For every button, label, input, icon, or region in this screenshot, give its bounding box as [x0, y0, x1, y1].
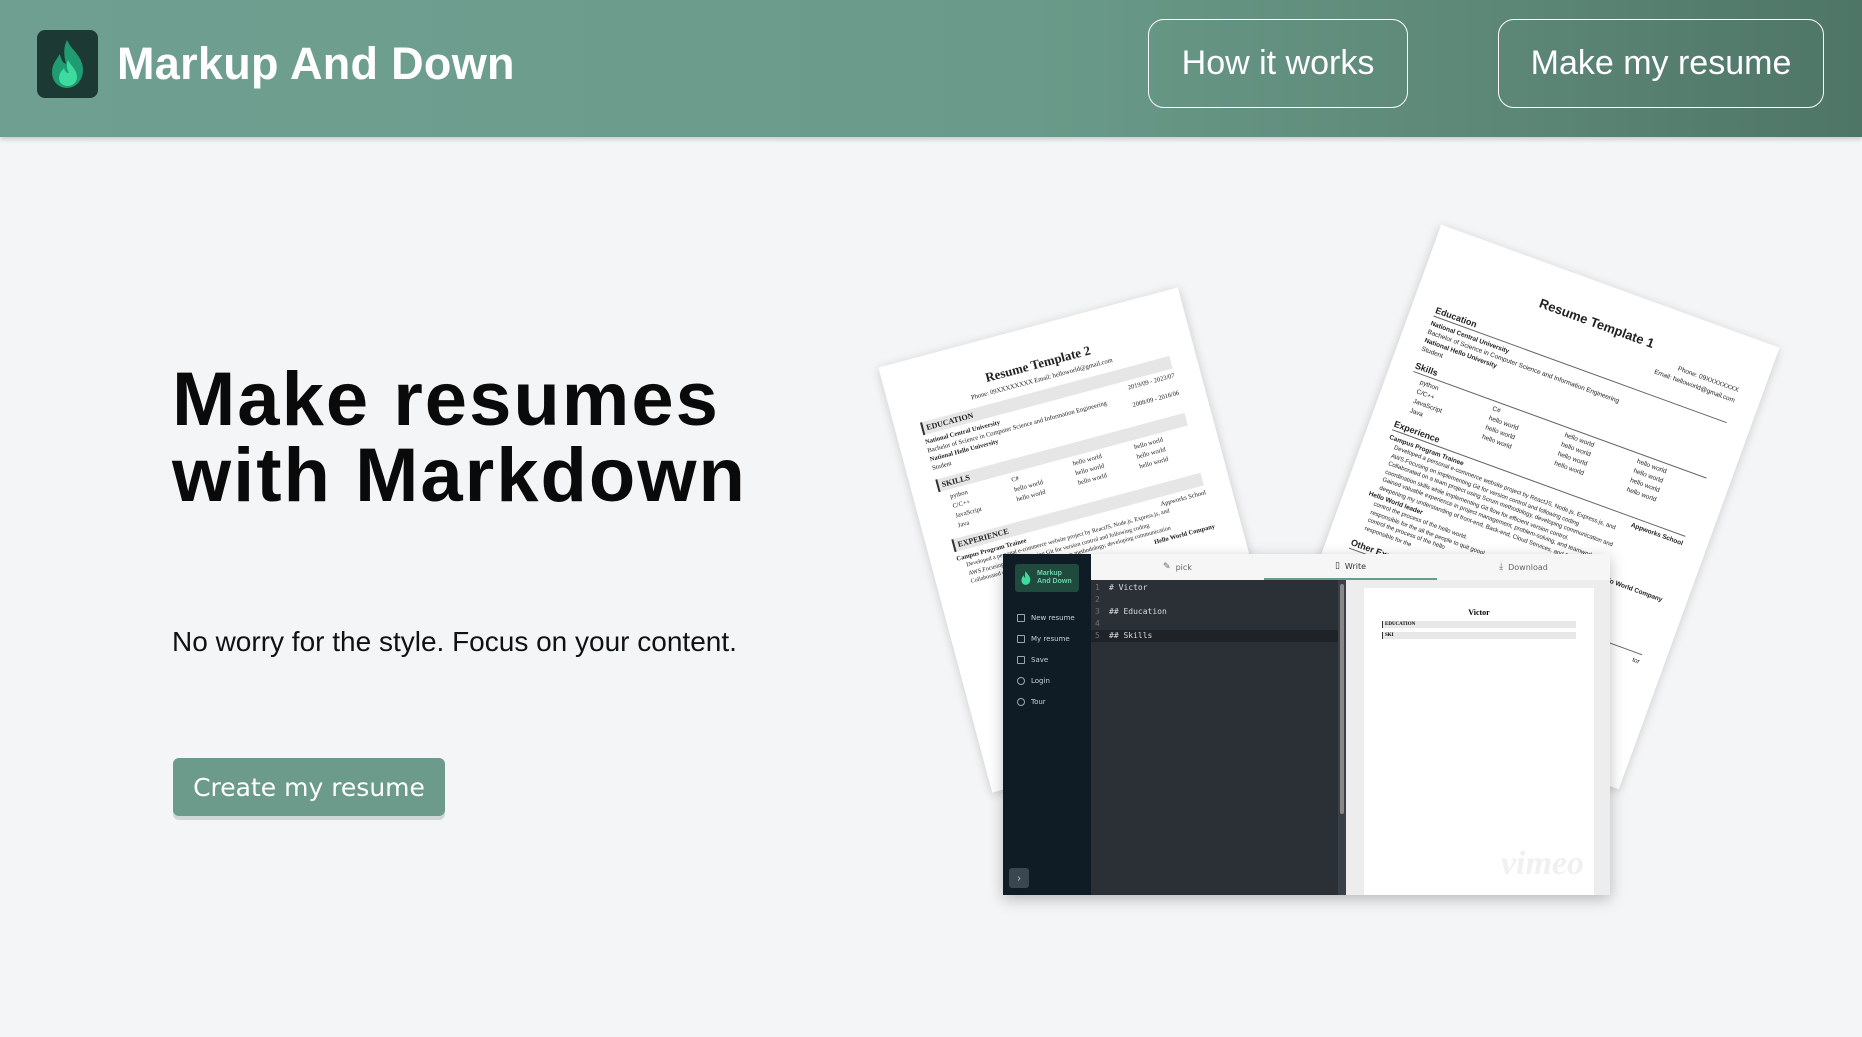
edit-icon	[1017, 614, 1025, 622]
editor-line: 1 # Victor	[1091, 582, 1346, 594]
line-text: ## Skills	[1109, 631, 1153, 640]
preview-section: EDUCATION	[1382, 621, 1576, 628]
app-nav-label: New resume	[1031, 614, 1075, 622]
app-nav-label: Save	[1031, 656, 1049, 664]
resume-preview-pane: Victor EDUCATION SKI vimeo	[1346, 580, 1610, 895]
editor-line: 2	[1091, 594, 1346, 606]
line-text: # Victor	[1109, 583, 1148, 592]
app-nav-new-resume: New resume	[1017, 614, 1075, 622]
file-icon: ▯	[1334, 561, 1340, 571]
app-nav-my-resume: My resume	[1017, 635, 1070, 643]
app-screenshot: Markup And Down New resume My resume Sav…	[1003, 554, 1610, 895]
line-number: 1	[1095, 583, 1100, 592]
line-number: 2	[1095, 595, 1100, 604]
app-tab-pick: ✎ pick	[1091, 554, 1264, 580]
line-number: 5	[1095, 631, 1100, 640]
app-tab-download: ⤓ Download	[1437, 554, 1610, 580]
top-navbar: Markup And Down How it works Make my res…	[0, 0, 1862, 137]
app-tab-label: pick	[1175, 562, 1192, 572]
line-text: ## Education	[1109, 607, 1167, 616]
app-sidebar: Markup And Down New resume My resume Sav…	[1003, 554, 1091, 895]
document-icon	[1017, 635, 1025, 643]
edit-icon: ✎	[1163, 562, 1171, 572]
save-icon	[1017, 656, 1025, 664]
create-my-resume-button[interactable]: Create my resume	[173, 758, 445, 816]
editor-scrollbar	[1338, 580, 1346, 895]
preview-section: SKI	[1382, 632, 1576, 639]
flame-logo-icon[interactable]	[37, 30, 98, 98]
hero-title: Make resumes with Markdown	[172, 357, 747, 518]
app-nav-save: Save	[1017, 656, 1048, 664]
preview-name: Victor	[1468, 608, 1490, 617]
app-sidebar-logo: Markup And Down	[1015, 564, 1079, 592]
app-tab-label: Write	[1344, 561, 1367, 571]
hero-subtitle: No worry for the style. Focus on your co…	[172, 626, 737, 657]
app-tabs: ✎ pick ▯ Write ⤓ Download	[1091, 554, 1610, 581]
app-logo-line-2: And Down	[1037, 578, 1072, 585]
user-icon	[1017, 677, 1025, 685]
app-nav-tour: Tour	[1017, 698, 1046, 706]
make-my-resume-button[interactable]: Make my resume	[1498, 19, 1824, 108]
editor-line: 4	[1091, 618, 1346, 630]
line-number: 4	[1095, 619, 1100, 628]
app-nav-label: Tour	[1031, 698, 1046, 706]
chevron-right-icon: ›	[1009, 868, 1029, 888]
editor-line-current: 5 ## Skills	[1091, 630, 1346, 642]
app-logo-line-1: Markup	[1037, 570, 1062, 577]
app-tab-label: Download	[1508, 562, 1548, 572]
app-nav-label: Login	[1031, 677, 1050, 685]
resume-preview-page: Victor EDUCATION SKI vimeo	[1364, 588, 1594, 895]
app-nav-login: Login	[1017, 677, 1050, 685]
editor-line: 3 ## Education	[1091, 606, 1346, 618]
line-number: 3	[1095, 607, 1100, 616]
help-icon	[1017, 698, 1025, 706]
vimeo-watermark: vimeo	[1500, 845, 1584, 882]
download-icon: ⤓	[1499, 562, 1504, 572]
flame-icon	[1021, 571, 1031, 585]
how-it-works-button[interactable]: How it works	[1148, 19, 1408, 108]
markdown-editor: 1 # Victor 2 3 ## Education 4 5 ## Skill…	[1091, 580, 1346, 895]
app-tab-write: ▯ Write	[1264, 554, 1437, 580]
brand-name[interactable]: Markup And Down	[117, 38, 515, 90]
app-nav-label: My resume	[1031, 635, 1070, 643]
